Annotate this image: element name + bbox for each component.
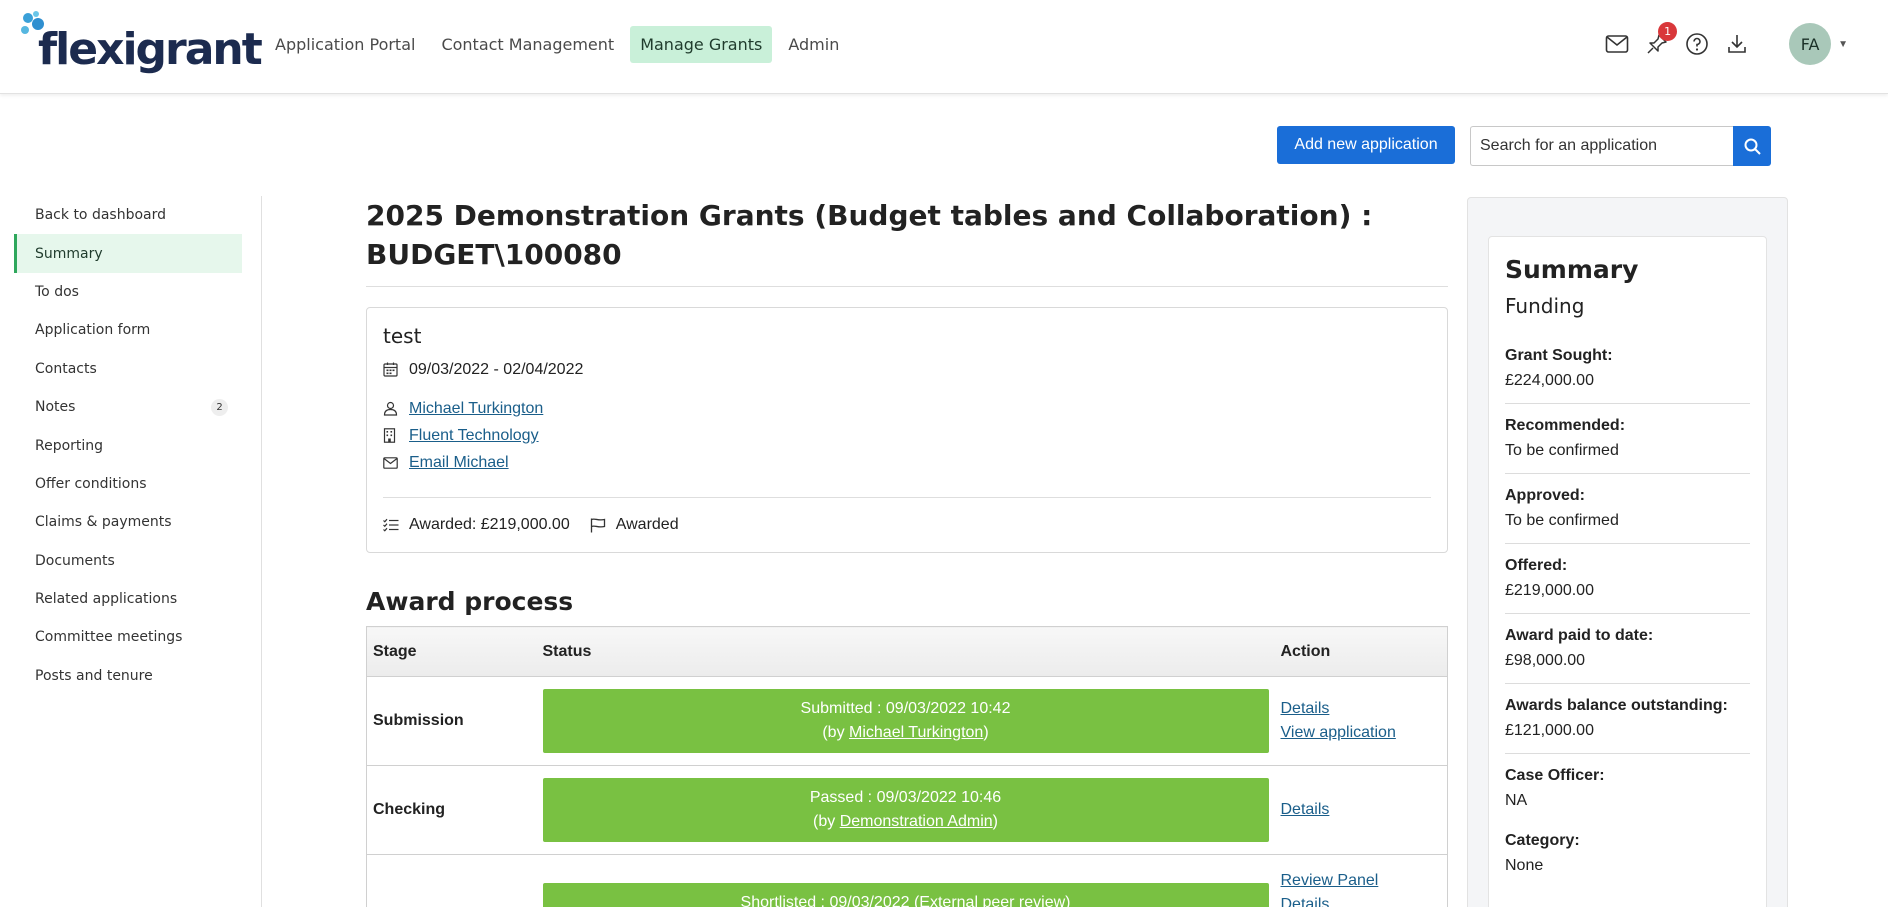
table-row: Submission Submitted : 09/03/2022 10:42 … [366,676,1448,766]
summary-title: Summary [1505,255,1639,284]
main-nav: Application Portal Contact Management Ma… [265,26,849,63]
contact-row: Michael Turkington [383,395,1431,422]
application-status: Awarded [615,516,679,533]
sidebar-item-contacts[interactable]: Contacts [14,350,242,388]
summary-card: Summary Funding Grant Sought: £224,000.0… [1488,236,1767,907]
application-search-input[interactable] [1470,126,1733,166]
summary-item-approved: Approved: To be confirmed [1505,474,1750,544]
details-link[interactable]: Details [1281,798,1442,822]
organisation-row: Fluent Technology [383,422,1431,449]
mail-button[interactable] [1597,22,1637,66]
funding-subtitle: Funding [1505,294,1585,318]
submitted-by-link[interactable]: Michael Turkington [849,724,983,741]
sidebar-item-offer-conditions[interactable]: Offer conditions [14,465,242,503]
status-pill: Shortlisted : 09/03/2022 (External peer … [542,883,1269,907]
email-contact-link[interactable]: Email Michael [409,454,509,472]
award-process-table: Stage Status Action Submission Submitted… [366,626,1448,907]
notifications-button[interactable]: 1 [1637,22,1678,66]
summary-item-offered: Offered: £219,000.00 [1505,544,1750,614]
award-status-row: Awarded: £219,000.00 Awarded [383,512,1431,538]
caret-down-icon[interactable]: ▼ [1838,39,1848,50]
download-icon [1728,35,1746,53]
summary-item-award-paid: Award paid to date: £98,000.00 [1505,614,1750,684]
application-title: test [383,324,422,348]
sidebar-item-to-dos[interactable]: To dos [14,273,242,311]
nav-application-portal[interactable]: Application Portal [265,26,425,63]
list-check-icon [383,518,399,532]
status-pill: Passed : 09/03/2022 10:46 (by Demonstrat… [542,778,1269,842]
notes-count-badge: 2 [211,398,228,416]
status-cell: Passed : 09/03/2022 10:46 (by Demonstrat… [536,765,1275,855]
summary-item-recommended: Recommended: To be confirmed [1505,404,1750,474]
sidebar-item-summary[interactable]: Summary [14,234,242,273]
details-link[interactable]: Details [1281,893,1442,907]
action-cell: Details [1274,765,1448,855]
summary-panel: Summary Funding Grant Sought: £224,000.0… [1467,197,1788,907]
help-button[interactable] [1677,22,1717,66]
building-icon [383,428,396,443]
stage-cell: Checking [366,765,537,855]
summary-item-grant-sought: Grant Sought: £224,000.00 [1505,334,1750,404]
nav-admin[interactable]: Admin [778,26,849,63]
envelope-icon [1605,35,1629,53]
awarded-amount: Awarded: £219,000.00 [409,516,570,533]
column-header-status: Status [536,626,1275,677]
calendar-icon [383,362,398,377]
checked-by-link[interactable]: Demonstration Admin [840,813,993,830]
sidebar-item-back-to-dashboard[interactable]: Back to dashboard [14,196,242,234]
column-header-stage: Stage [366,626,537,677]
date-range-row: 09/03/2022 - 02/04/2022 [383,356,1431,383]
nav-manage-grants[interactable]: Manage Grants [630,26,773,63]
status-pill: Submitted : 09/03/2022 10:42 (by Michael… [542,689,1269,753]
view-application-link[interactable]: View application [1281,721,1442,745]
summary-item-balance-outstanding: Awards balance outstanding: £121,000.00 [1505,684,1750,754]
award-process-title: Award process [366,587,574,616]
sidebar-item-documents[interactable]: Documents [14,542,242,580]
main-content: 2025 Demonstration Grants (Budget tables… [366,196,1448,907]
stage-cell: Submission [366,676,537,766]
flag-icon [590,517,605,532]
organisation-link[interactable]: Fluent Technology [409,427,539,445]
download-button[interactable] [1717,22,1757,66]
table-row: Checking Passed : 09/03/2022 10:46 (by D… [366,765,1448,855]
sidebar-item-committee-meetings[interactable]: Committee meetings [14,618,242,656]
sidebar-item-notes[interactable]: Notes 2 [14,388,242,426]
sidebar-item-claims-payments[interactable]: Claims & payments [14,503,242,541]
sidebar-item-related-applications[interactable]: Related applications [14,580,242,618]
sidebar-item-posts-and-tenure[interactable]: Posts and tenure [14,657,242,695]
sidebar-item-application-form[interactable]: Application form [14,311,242,349]
search-icon [1744,138,1761,155]
question-circle-icon [1686,33,1708,55]
top-navigation-bar: flexigrant Application Portal Contact Ma… [0,0,1888,94]
summary-item-category: Category: None [1505,832,1580,874]
logo-wordmark: flexigrant [38,24,263,75]
sidebar-item-reporting[interactable]: Reporting [14,426,242,464]
date-range: 09/03/2022 - 02/04/2022 [409,360,584,378]
flexigrant-logo[interactable]: flexigrant [18,10,263,78]
application-info-card: test 09/03/2022 - 02/04/2022 Michael Tur… [366,307,1448,553]
person-icon [383,401,398,416]
application-sidebar: Back to dashboard Summary To dos Applica… [14,196,262,907]
details-link[interactable]: Details [1281,697,1442,721]
header-tools: 1 FA ▼ [1597,22,1848,66]
search-button[interactable] [1733,126,1771,166]
review-panel-link[interactable]: Review Panel [1281,869,1442,893]
page-title: 2025 Demonstration Grants (Budget tables… [366,196,1448,287]
action-cell: Review Panel Details [1274,854,1448,907]
table-row: Shortlisted : 09/03/2022 (External peer … [366,854,1448,907]
user-avatar[interactable]: FA [1789,23,1832,65]
column-header-action: Action [1274,626,1448,677]
status-cell: Submitted : 09/03/2022 10:42 (by Michael… [536,676,1275,766]
stage-cell [366,854,537,907]
email-row: Email Michael [383,449,1431,476]
action-cell: Details View application [1274,676,1448,766]
add-new-application-button[interactable]: Add new application [1277,126,1455,164]
status-cell: Shortlisted : 09/03/2022 (External peer … [536,854,1275,907]
nav-contact-management[interactable]: Contact Management [431,26,624,63]
summary-item-case-officer: Case Officer: NA [1505,767,1605,809]
notification-badge: 1 [1658,22,1678,41]
envelope-icon [383,456,398,469]
contact-name-link[interactable]: Michael Turkington [409,400,543,418]
